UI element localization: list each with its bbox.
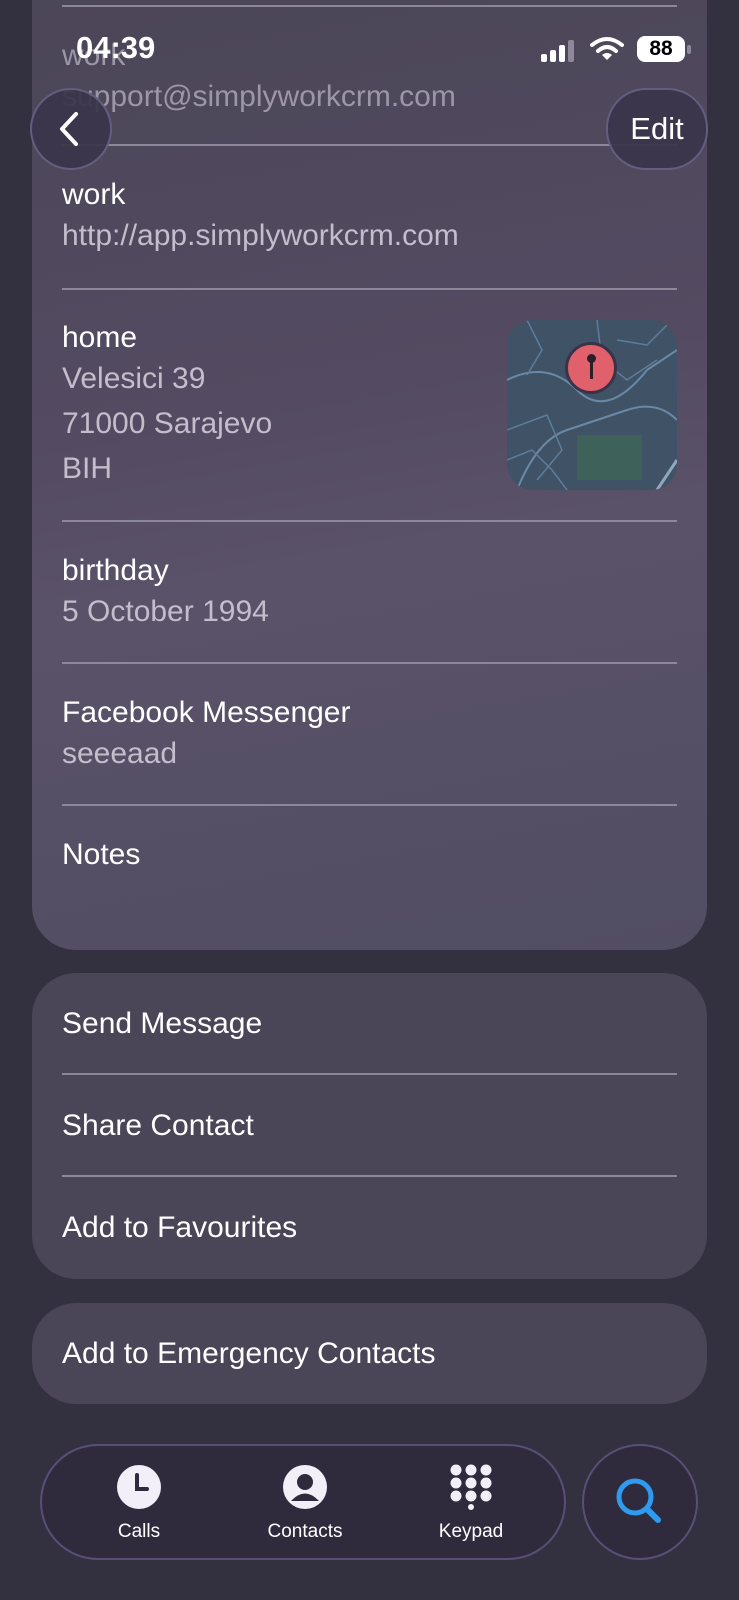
tab-contacts[interactable]: Contacts xyxy=(250,1464,360,1543)
separator xyxy=(62,288,677,290)
field-label: Facebook Messenger xyxy=(62,696,351,729)
separator xyxy=(62,144,677,146)
cellular-signal-icon xyxy=(541,40,577,62)
address-map-thumbnail[interactable] xyxy=(507,320,677,490)
actions-card: Send Message Share Contact Add to Favour… xyxy=(32,973,707,1279)
separator xyxy=(62,1073,677,1075)
add-to-favourites-button[interactable]: Add to Favourites xyxy=(62,1210,297,1246)
tab-label: Keypad xyxy=(438,1521,504,1542)
battery-icon: 88 xyxy=(637,36,691,62)
tab-label: Calls xyxy=(117,1521,161,1542)
edit-button[interactable]: Edit xyxy=(606,88,708,170)
tab-label: Contacts xyxy=(267,1521,343,1542)
search-icon xyxy=(616,1478,661,1523)
tab-calls[interactable]: Calls xyxy=(84,1464,194,1543)
wifi-icon xyxy=(590,36,624,67)
send-message-button[interactable]: Send Message xyxy=(62,1006,262,1042)
url-field[interactable]: work http://app.simplyworkcrm.com xyxy=(62,177,677,258)
tab-bar: Calls Contacts Keypad xyxy=(40,1444,566,1560)
notes-label: Notes xyxy=(62,838,141,871)
notes-field[interactable]: Notes xyxy=(62,837,677,873)
messenger-field[interactable]: Facebook Messenger seeeaad xyxy=(62,695,677,776)
separator xyxy=(62,804,677,806)
tab-keypad[interactable]: Keypad xyxy=(416,1464,526,1543)
field-label: birthday xyxy=(62,554,169,587)
back-button[interactable] xyxy=(30,88,112,170)
emergency-card: Add to Emergency Contacts xyxy=(32,1303,707,1404)
field-label: work xyxy=(62,178,126,211)
separator xyxy=(62,1175,677,1177)
battery-level: 88 xyxy=(649,37,673,60)
separator xyxy=(62,520,677,522)
contact-details-card: work support@simplyworkcrm.com work http… xyxy=(32,0,707,950)
chevron-left-icon xyxy=(60,112,78,146)
messenger-value[interactable]: seeeaad xyxy=(62,731,677,776)
person-icon xyxy=(283,1465,327,1509)
email-value[interactable]: support@simplyworkcrm.com xyxy=(62,74,677,119)
separator xyxy=(62,5,677,7)
add-to-emergency-contacts-button[interactable]: Add to Emergency Contacts xyxy=(62,1336,436,1372)
edit-button-label: Edit xyxy=(630,111,684,146)
separator xyxy=(62,662,677,664)
status-time: 04:39 xyxy=(76,30,156,65)
share-contact-button[interactable]: Share Contact xyxy=(62,1108,254,1144)
birthday-field: birthday 5 October 1994 xyxy=(62,553,677,634)
birthday-value: 5 October 1994 xyxy=(62,595,269,628)
keypad-icon xyxy=(450,1464,492,1510)
map-pin-icon xyxy=(565,342,617,394)
clock-icon xyxy=(117,1465,161,1509)
url-value[interactable]: http://app.simplyworkcrm.com xyxy=(62,213,677,258)
search-button[interactable] xyxy=(582,1444,698,1560)
